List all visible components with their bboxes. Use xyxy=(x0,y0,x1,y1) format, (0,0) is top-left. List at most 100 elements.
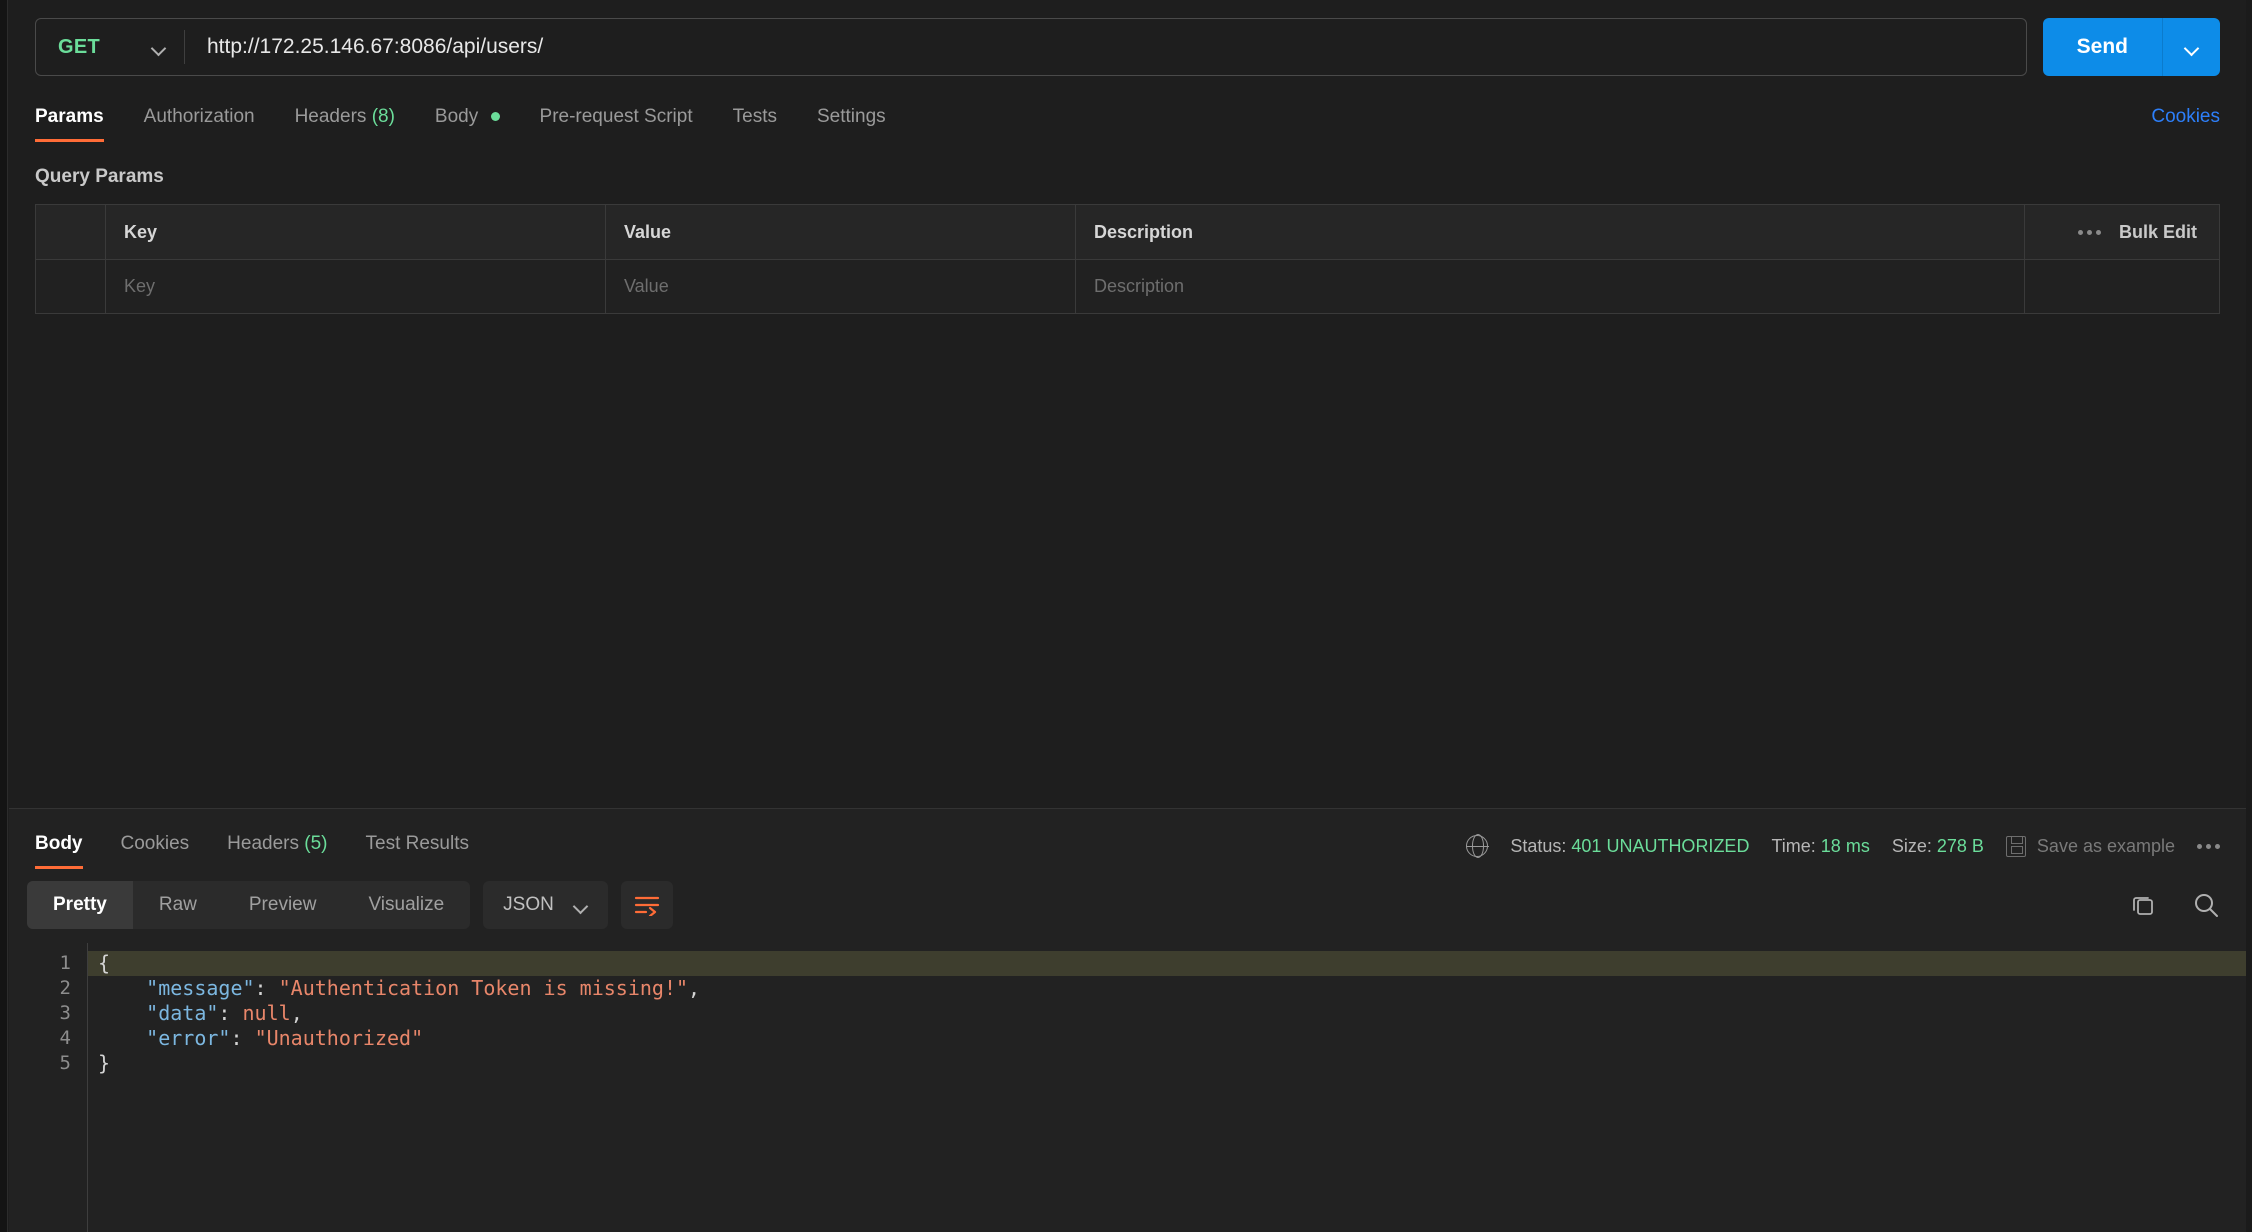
query-params-table: Key Value Description Bulk Edit Key Valu… xyxy=(35,204,2220,314)
code-area[interactable]: { "message": "Authentication Token is mi… xyxy=(87,943,2246,1232)
time-group: Time: 18 ms xyxy=(1771,836,1869,857)
row-description-input[interactable]: Description xyxy=(1076,260,2025,313)
copy-icon xyxy=(2130,892,2156,918)
tab-headers[interactable]: Headers (8) xyxy=(275,106,415,142)
view-mode-pretty[interactable]: Pretty xyxy=(27,881,133,929)
status-group: Status: 401 UNAUTHORIZED xyxy=(1510,836,1749,857)
chevron-down-icon xyxy=(2185,43,2199,52)
tab-headers-count: (8) xyxy=(372,106,395,127)
more-options-icon[interactable] xyxy=(2078,230,2101,235)
tab-tests-label: Tests xyxy=(733,106,777,127)
row-key-input[interactable]: Key xyxy=(106,260,606,313)
search-icon xyxy=(2192,891,2220,919)
size-value: 278 B xyxy=(1937,836,1984,856)
code-line: "error": "Unauthorized" xyxy=(88,1026,2246,1051)
response-body-viewer[interactable]: 12345 { "message": "Authentication Token… xyxy=(9,939,2246,1232)
header-key: Key xyxy=(106,205,606,259)
table-header-row: Key Value Description Bulk Edit xyxy=(36,205,2219,259)
url-input[interactable] xyxy=(185,19,2026,75)
response-more-options-icon[interactable] xyxy=(2197,844,2220,849)
send-button[interactable]: Send xyxy=(2043,18,2162,76)
send-options-button[interactable] xyxy=(2162,18,2220,76)
view-mode-raw[interactable]: Raw xyxy=(133,881,223,929)
url-bar: GET Send xyxy=(9,0,2246,90)
response-toolbar: Pretty Raw Preview Visualize JSON xyxy=(9,869,2246,939)
save-as-example-label: Save as example xyxy=(2037,836,2175,857)
line-number: 2 xyxy=(9,976,71,1001)
table-row[interactable]: Key Value Description xyxy=(36,259,2219,313)
status-label: Status: xyxy=(1510,836,1566,856)
tab-pre-request-script-label: Pre-request Script xyxy=(540,106,693,127)
tab-settings-label: Settings xyxy=(817,106,886,127)
response-tab-body-label: Body xyxy=(35,833,83,854)
tab-tests[interactable]: Tests xyxy=(713,106,797,142)
save-as-example-button[interactable]: Save as example xyxy=(2006,836,2175,857)
save-icon xyxy=(2006,836,2026,857)
tab-body-label: Body xyxy=(435,106,478,127)
time-value: 18 ms xyxy=(1821,836,1870,856)
word-wrap-icon xyxy=(634,894,660,916)
chevron-down-icon xyxy=(152,43,166,52)
response-status-strip: Status: 401 UNAUTHORIZED Time: 18 ms Siz… xyxy=(1466,835,2220,869)
response-tabs: Body Cookies Headers (5) Test Results xyxy=(35,833,488,869)
tab-params[interactable]: Params xyxy=(35,106,124,142)
line-number: 1 xyxy=(9,951,71,976)
chevron-down-icon xyxy=(574,901,588,910)
request-tabs-bar: Params Authorization Headers (8) Body Pr… xyxy=(9,90,2246,142)
status-value: 401 UNAUTHORIZED xyxy=(1571,836,1749,856)
response-tab-headers[interactable]: Headers (5) xyxy=(208,833,346,869)
globe-icon xyxy=(1466,835,1488,857)
response-tab-test-results[interactable]: Test Results xyxy=(347,833,488,869)
code-line: } xyxy=(88,1051,2246,1076)
response-tab-test-results-label: Test Results xyxy=(366,833,469,854)
view-mode-segmented-control: Pretty Raw Preview Visualize xyxy=(27,881,470,929)
bulk-edit-button[interactable]: Bulk Edit xyxy=(2119,222,2197,243)
tab-params-label: Params xyxy=(35,106,104,127)
main-content: GET Send Params Authorization xyxy=(9,0,2246,1232)
tab-body[interactable]: Body xyxy=(415,106,520,142)
view-mode-visualize[interactable]: Visualize xyxy=(342,881,470,929)
tab-authorization[interactable]: Authorization xyxy=(124,106,275,142)
response-format-dropdown[interactable]: JSON xyxy=(483,881,608,929)
tab-settings[interactable]: Settings xyxy=(797,106,906,142)
http-method-dropdown[interactable]: GET xyxy=(36,19,184,75)
response-format-label: JSON xyxy=(503,894,554,916)
line-number: 5 xyxy=(9,1051,71,1076)
code-line: "message": "Authentication Token is miss… xyxy=(88,976,2246,1001)
row-checkbox-cell[interactable] xyxy=(36,260,106,313)
left-rail xyxy=(0,0,8,1232)
send-button-group: Send xyxy=(2043,18,2220,76)
body-modified-dot-icon xyxy=(491,112,500,121)
tab-pre-request-script[interactable]: Pre-request Script xyxy=(520,106,713,142)
time-label: Time: xyxy=(1771,836,1815,856)
size-label: Size: xyxy=(1892,836,1932,856)
header-value: Value xyxy=(606,205,1076,259)
request-tabs: Params Authorization Headers (8) Body Pr… xyxy=(35,106,906,142)
search-button[interactable] xyxy=(2192,891,2220,919)
response-toolbar-right xyxy=(2130,891,2220,919)
http-method-label: GET xyxy=(58,36,100,59)
code-line: "data": null, xyxy=(88,1001,2246,1026)
copy-button[interactable] xyxy=(2130,892,2156,918)
code-line: { xyxy=(88,951,2246,976)
tab-headers-label: Headers xyxy=(295,106,367,127)
request-empty-space xyxy=(9,314,2246,808)
response-tab-body[interactable]: Body xyxy=(35,833,102,869)
view-mode-preview[interactable]: Preview xyxy=(223,881,343,929)
row-value-input[interactable]: Value xyxy=(606,260,1076,313)
cookies-link[interactable]: Cookies xyxy=(2151,106,2220,142)
header-description: Description xyxy=(1076,205,2025,259)
row-actions xyxy=(2025,260,2219,313)
response-tab-headers-count: (5) xyxy=(304,833,327,854)
response-pane: Body Cookies Headers (5) Test Results xyxy=(9,809,2246,1232)
response-tab-cookies[interactable]: Cookies xyxy=(102,833,209,869)
query-params-title: Query Params xyxy=(9,142,2246,204)
tab-authorization-label: Authorization xyxy=(144,106,255,127)
line-number: 3 xyxy=(9,1001,71,1026)
line-number: 4 xyxy=(9,1026,71,1051)
response-tab-headers-label: Headers xyxy=(227,833,299,854)
url-input-group: GET xyxy=(35,18,2027,76)
postman-window: GET Send Params Authorization xyxy=(0,0,2252,1232)
line-number-gutter: 12345 xyxy=(9,943,87,1232)
word-wrap-button[interactable] xyxy=(621,881,673,929)
